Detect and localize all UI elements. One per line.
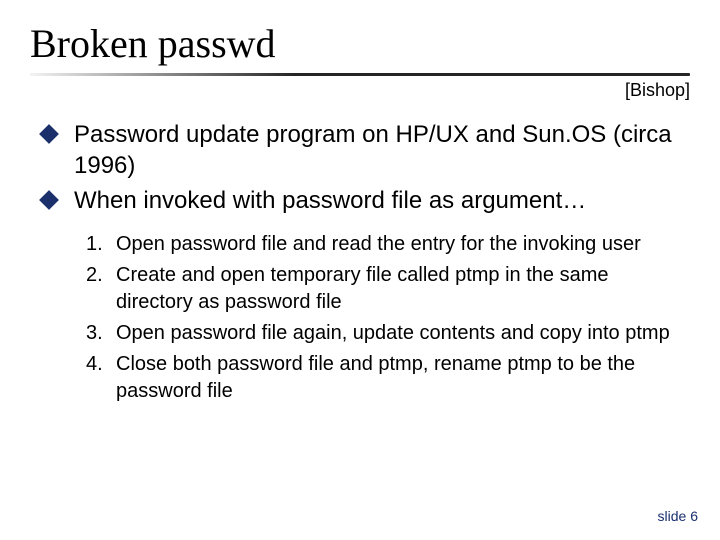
list-text: Close both password file and ptmp, renam… — [116, 351, 670, 405]
list-text: Open password file again, update content… — [116, 320, 670, 347]
bullet-item: When invoked with password file as argum… — [34, 185, 690, 216]
attribution: [Bishop] — [30, 80, 690, 101]
list-text: Create and open temporary file called pt… — [116, 262, 670, 316]
slide-number: slide 6 — [658, 508, 698, 524]
list-item: 4. Close both password file and ptmp, re… — [86, 351, 670, 405]
list-number: 4. — [86, 351, 116, 378]
bullet-text: Password update program on HP/UX and Sun… — [74, 119, 690, 181]
list-item: 2. Create and open temporary file called… — [86, 262, 670, 316]
bullet-list: Password update program on HP/UX and Sun… — [34, 119, 690, 217]
list-number: 2. — [86, 262, 116, 289]
numbered-list: 1. Open password file and read the entry… — [86, 231, 670, 405]
bullet-text: When invoked with password file as argum… — [74, 185, 586, 216]
list-number: 1. — [86, 231, 116, 258]
bullet-item: Password update program on HP/UX and Sun… — [34, 119, 690, 181]
diamond-icon — [39, 124, 59, 144]
list-text: Open password file and read the entry fo… — [116, 231, 641, 258]
list-number: 3. — [86, 320, 116, 347]
diamond-icon — [39, 190, 59, 210]
title-rule — [30, 73, 690, 76]
slide-title: Broken passwd — [30, 20, 690, 67]
list-item: 3. Open password file again, update cont… — [86, 320, 670, 347]
list-item: 1. Open password file and read the entry… — [86, 231, 670, 258]
